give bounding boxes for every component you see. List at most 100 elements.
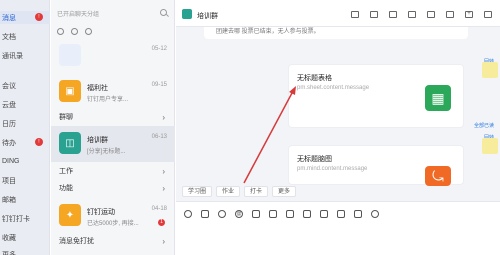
search-input[interactable]: 已开启聊天分组 [57, 8, 169, 19]
nav-item-contacts[interactable]: 通讯录 [0, 49, 50, 62]
conversation-time: 09-15 [151, 82, 167, 88]
nav-item-todo[interactable]: 待办! [0, 136, 50, 149]
phone-icon[interactable] [446, 11, 454, 18]
avatar [482, 62, 498, 78]
conversation-title: 福利社 [87, 85, 108, 92]
monitor-icon[interactable] [427, 11, 435, 18]
nav-item-favorites[interactable]: 收藏 [0, 231, 50, 244]
nav-label: 云盘 [2, 101, 16, 109]
search-placeholder: 已开启聊天分组 [57, 12, 100, 18]
gift-icon: ▣ [59, 80, 81, 102]
section-work[interactable]: 工作 › [51, 164, 175, 178]
conversation-item-fulishe[interactable]: ▣ 福利社 钉钉用户专享... 09-15 [51, 74, 175, 110]
lightning-icon[interactable] [269, 210, 277, 218]
file-icon[interactable] [286, 210, 294, 218]
nav-item-ding[interactable]: DING [0, 155, 50, 168]
calendar-icon[interactable] [303, 210, 311, 218]
conversation-title: 培训群 [87, 137, 108, 144]
chat-title[interactable]: 培训群 [197, 11, 218, 21]
conversation-item-sports[interactable]: ✦ 钉钉运动 已达5000步, 再接... 04-18 1 [51, 198, 175, 234]
add-icon[interactable]: + [465, 11, 473, 18]
card-url: pm.sheet.content.message [297, 85, 370, 91]
conversation-preview: 钉钉用户专享... [87, 97, 129, 103]
chevron-down-icon: › [162, 184, 165, 193]
edit-icon[interactable] [370, 11, 378, 18]
section-features[interactable]: 功能 › [51, 181, 175, 195]
nav-item-docs[interactable]: 文档 [0, 30, 50, 43]
main-nav: 消息! 文档 通讯录 会议 云盘 日历 待办! DING 项目 邮箱 钉钉打卡 … [0, 0, 50, 255]
nav-label: 钉钉打卡 [2, 215, 30, 223]
runner-icon: ✦ [59, 204, 81, 226]
nav-item-meetings[interactable]: 会议 [0, 79, 50, 92]
task-icon[interactable] [354, 210, 362, 218]
calendar-icon[interactable] [389, 11, 397, 18]
checkbox-icon[interactable] [320, 210, 328, 218]
image-icon[interactable] [252, 210, 260, 218]
nav-label: 通讯录 [2, 52, 23, 60]
nav-item-calendar[interactable]: 日历 [0, 117, 50, 130]
filter-icon[interactable] [71, 28, 78, 35]
conversation-title: 钉钉运动 [87, 209, 115, 216]
search-icon[interactable] [160, 9, 167, 16]
group-chat-icon: ◫ [59, 132, 81, 154]
nav-label: 会议 [2, 82, 16, 90]
nav-item-cloud-drive[interactable]: 云盘 [0, 98, 50, 111]
settings-icon[interactable] [484, 11, 492, 18]
nav-label: 收藏 [2, 234, 16, 242]
read-status[interactable]: 全部已读 [474, 122, 494, 129]
thumbs-up-icon[interactable] [201, 210, 209, 218]
chat-header: 培训群 + [176, 0, 500, 27]
nav-label: DING [2, 158, 20, 165]
nav-label: 文档 [2, 33, 16, 41]
nav-item-projects[interactable]: 项目 [0, 174, 50, 187]
unread-badge: 1 [158, 219, 165, 226]
mindmap-card[interactable]: 无标题脑图 pm.mind.content.message ⤿ [288, 145, 464, 186]
sheet-card[interactable]: 无标题表格 pm.sheet.content.message ▦ [288, 64, 464, 128]
avatar [59, 44, 81, 66]
list-toolbar [57, 28, 92, 35]
conversation-time: 05-12 [151, 46, 167, 52]
pin-icon[interactable] [85, 28, 92, 35]
conversation-list: 已开启聊天分组 05-12 ▣ 福利社 钉钉用户专享... 09-15 群聊 ›… [51, 0, 226, 255]
nav-label: 消息 [2, 14, 16, 22]
shortcut-learning[interactable]: 学习圈 [182, 186, 213, 197]
composer-toolbar: @ [184, 210, 379, 218]
sheet-grid-icon: ▦ [425, 85, 451, 111]
section-muted[interactable]: 消息免打扰 › [51, 234, 175, 248]
at-icon[interactable]: @ [235, 210, 243, 218]
notice-message: 团建去哪 投票已结束，无人参与投票。 [204, 27, 468, 39]
nav-label: 项目 [2, 177, 16, 185]
emoji-icon[interactable] [184, 210, 192, 218]
shortcut-homework[interactable]: 作业 [216, 186, 241, 197]
chevron-right-icon: › [162, 167, 165, 176]
mindmap-icon: ⤿ [425, 166, 451, 186]
nav-item-mail[interactable]: 邮箱 [0, 193, 50, 206]
conversation-item[interactable]: 05-12 [51, 38, 175, 74]
nav-label: 待办 [2, 139, 16, 147]
shortcut-more[interactable]: 更多 [272, 186, 297, 197]
image-icon[interactable] [351, 11, 359, 18]
settings-icon[interactable] [57, 28, 64, 35]
message-composer[interactable]: @ [176, 201, 500, 255]
phone-icon[interactable] [371, 210, 379, 218]
folder-icon[interactable] [408, 11, 416, 18]
shortcut-checkin[interactable]: 打卡 [244, 186, 269, 197]
nav-label: 邮箱 [2, 196, 16, 204]
conversation-item-training[interactable]: ◫ 培训群 [分享]无标题... 06-13 [51, 126, 175, 162]
section-label: 功能 [59, 185, 73, 192]
card-title: 无标题表格 [297, 75, 332, 82]
folder-icon[interactable] [337, 210, 345, 218]
chat-panel: 培训群 + 团建去哪 投票已结束，无人参与投票。 回转 无标题表格 pm.she… [176, 0, 500, 255]
nav-item-attendance[interactable]: 钉钉打卡 [0, 212, 50, 225]
nav-item-more[interactable]: 更多 [0, 248, 50, 255]
header-toolbar: + [351, 11, 492, 18]
section-group-chats[interactable]: 群聊 › [51, 110, 175, 124]
chevron-right-icon: › [162, 237, 165, 246]
section-label: 群聊 [59, 114, 73, 121]
section-label: 工作 [59, 168, 73, 175]
scissors-icon[interactable] [218, 210, 226, 218]
conversation-preview: 已达5000步, 再接... [87, 221, 139, 227]
section-label: 消息免打扰 [59, 238, 94, 245]
card-url: pm.mind.content.message [297, 166, 368, 172]
nav-item-messages[interactable]: 消息! [0, 11, 50, 24]
